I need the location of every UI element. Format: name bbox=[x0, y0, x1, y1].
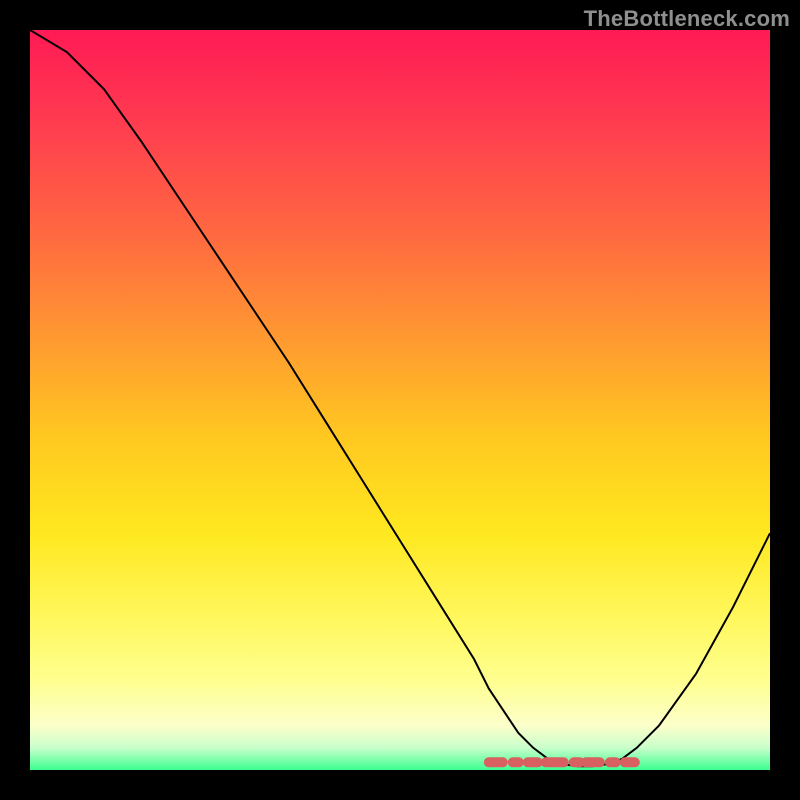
bottleneck-curve bbox=[30, 30, 770, 766]
chart-outer-frame: TheBottleneck.com bbox=[0, 0, 800, 800]
chart-plot-area bbox=[30, 30, 770, 770]
chart-svg bbox=[30, 30, 770, 770]
watermark-label: TheBottleneck.com bbox=[584, 6, 790, 32]
